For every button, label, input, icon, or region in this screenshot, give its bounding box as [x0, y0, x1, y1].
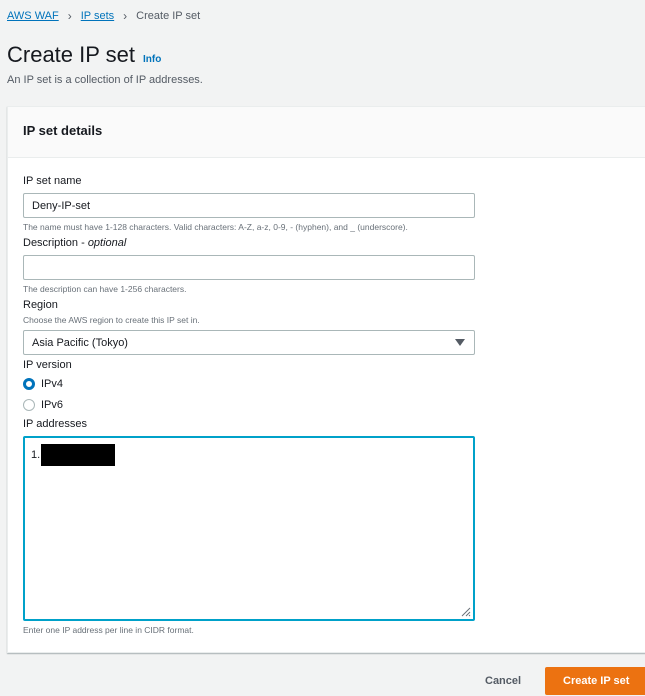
ipv6-radio-option[interactable]: IPv6: [23, 399, 63, 411]
create-ip-set-button[interactable]: Create IP set: [545, 667, 645, 695]
breadcrumb-ip-sets-link[interactable]: IP sets: [81, 10, 114, 22]
ip-set-name-input[interactable]: Deny-IP-set: [23, 193, 475, 218]
ip-set-name-value: Deny-IP-set: [32, 200, 91, 212]
panel-title: IP set details: [23, 123, 103, 138]
breadcrumb-aws-waf-link[interactable]: AWS WAF: [7, 10, 59, 22]
page-title-text: Create IP set: [7, 42, 135, 67]
ip-addresses-hint: Enter one IP address per line in CIDR fo…: [23, 625, 194, 635]
description-label: Description - optional: [23, 237, 127, 249]
optional-label: optional: [87, 237, 127, 249]
ipv6-label: IPv6: [41, 399, 64, 411]
description-label-text: Description: [23, 237, 79, 249]
ipv4-label: IPv4: [41, 378, 64, 390]
chevron-right-icon: ›: [123, 9, 128, 23]
page-title: Create IP set Info: [7, 42, 161, 68]
ip-version-label: IP version: [23, 359, 72, 371]
description-hint: The description can have 1-256 character…: [23, 284, 187, 294]
radio-checked-icon[interactable]: [23, 378, 35, 390]
description-input[interactable]: [23, 255, 475, 280]
region-selected-value: Asia Pacific (Tokyo): [32, 337, 128, 349]
ipv4-radio-option[interactable]: IPv4: [23, 378, 63, 390]
chevron-right-icon: ›: [67, 9, 72, 23]
region-select[interactable]: Asia Pacific (Tokyo): [23, 330, 475, 355]
breadcrumb: AWS WAF › IP sets › Create IP set: [7, 9, 200, 23]
ip-addresses-label: IP addresses: [23, 418, 88, 430]
breadcrumb-current: Create IP set: [136, 10, 201, 22]
region-hint: Choose the AWS region to create this IP …: [23, 315, 200, 325]
ip-set-name-hint: The name must have 1-128 characters. Val…: [23, 222, 408, 232]
ip-address-line-prefix: 1.: [31, 448, 41, 461]
caret-down-icon: [455, 339, 465, 346]
ip-set-name-label: IP set name: [23, 175, 82, 187]
page-description: An IP set is a collection of IP addresse…: [7, 74, 203, 86]
ip-set-details-panel: IP set details IP set name Deny-IP-set T…: [7, 106, 645, 653]
panel-header: IP set details: [8, 107, 645, 158]
redacted-ip-block: [41, 444, 116, 466]
radio-unchecked-icon[interactable]: [23, 399, 35, 411]
info-link[interactable]: Info: [143, 54, 161, 65]
resize-handle-icon[interactable]: [459, 605, 471, 617]
cancel-button[interactable]: Cancel: [485, 675, 521, 687]
region-label: Region: [23, 299, 58, 311]
ip-addresses-textarea[interactable]: 1.: [23, 436, 475, 621]
